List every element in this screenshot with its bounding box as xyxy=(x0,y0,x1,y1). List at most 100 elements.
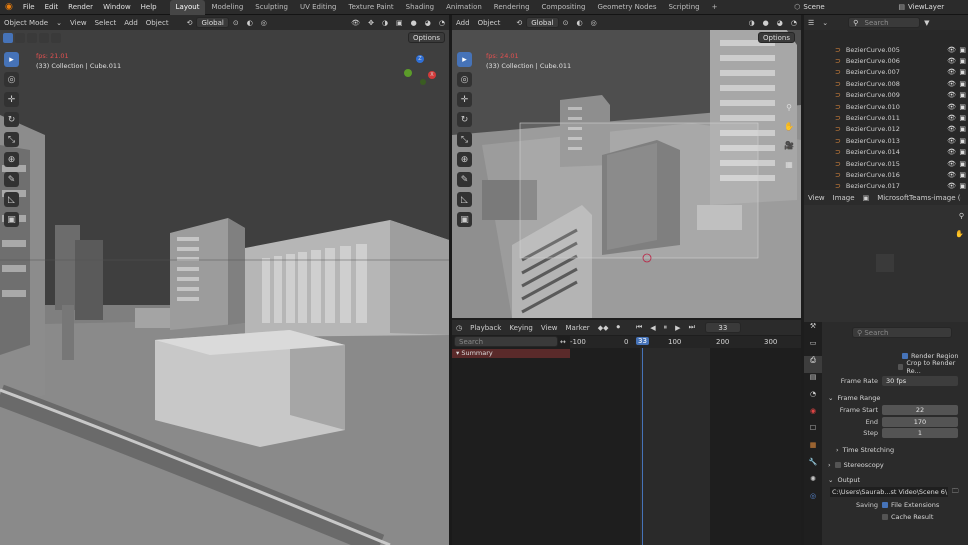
select-extend-icon[interactable] xyxy=(27,32,37,43)
world-tab-icon[interactable]: ◉ xyxy=(804,407,822,424)
workspace-tab-compositing[interactable]: Compositing xyxy=(536,0,592,15)
cache-result-checkbox[interactable] xyxy=(882,513,888,520)
frame-end-field[interactable]: 170 xyxy=(882,416,958,427)
right-shading-solid-icon[interactable]: ● xyxy=(759,19,773,27)
select-box-icon[interactable] xyxy=(3,32,13,43)
eye-icon[interactable]: 👁 xyxy=(947,103,956,111)
camera-icon[interactable]: ▣ xyxy=(959,182,966,190)
right-options-button[interactable]: Options xyxy=(758,32,796,43)
x-axis-icon[interactable]: X xyxy=(428,71,436,79)
camera-icon[interactable]: ▣ xyxy=(959,46,966,54)
object-menu[interactable]: Object xyxy=(142,19,173,27)
blender-logo-icon[interactable]: ◉ xyxy=(0,2,18,12)
playhead-line[interactable] xyxy=(642,348,643,545)
right-3d-viewport[interactable]: Add Object ⟲ Global ⊙ ◐ ◎ ◑ ● ◕ ◔ Option… xyxy=(452,15,801,318)
workspace-tab-sculpting[interactable]: Sculpting xyxy=(249,0,294,15)
measure-tool-icon[interactable]: ◺ xyxy=(4,192,19,207)
camera-icon[interactable]: ▣ xyxy=(959,160,966,168)
stereoscopy-checkbox[interactable] xyxy=(834,461,841,468)
outliner-display-icon[interactable]: ⌄ xyxy=(818,19,832,27)
right-shading-material-icon[interactable]: ◕ xyxy=(773,19,787,27)
folder-icon[interactable]: 🗀 xyxy=(952,487,959,498)
camera-icon[interactable]: ▣ xyxy=(959,57,966,65)
particles-tab-icon[interactable]: ✺ xyxy=(804,475,822,492)
summary-row[interactable]: ▾ Summary xyxy=(452,349,570,358)
right-annotate-tool-icon[interactable]: ✎ xyxy=(457,172,472,187)
add-workspace-button[interactable]: + xyxy=(706,0,724,15)
menu-file[interactable]: File xyxy=(18,3,40,11)
filter-icon[interactable]: ▼ xyxy=(920,19,933,27)
swap-icon[interactable]: ↔ xyxy=(560,338,566,346)
shading-rendered-icon[interactable]: ◔ xyxy=(435,19,449,27)
keyframe-icon[interactable]: ◆◆ xyxy=(594,324,613,332)
playhead-frame-badge[interactable]: 33 xyxy=(636,337,649,345)
eye-icon[interactable]: 👁 xyxy=(947,137,956,145)
playback-menu[interactable]: Playback xyxy=(466,324,505,332)
workspace-tab-geometry-nodes[interactable]: Geometry Nodes xyxy=(591,0,662,15)
timeline-editor-icon[interactable]: ◷ xyxy=(452,324,466,332)
camera-icon[interactable]: ▣ xyxy=(959,114,966,122)
output-tab-icon[interactable]: ⎙ xyxy=(804,356,822,373)
frame-start-field[interactable]: 22 xyxy=(882,405,958,415)
eye-icon[interactable]: 👁 xyxy=(947,125,956,133)
annotate-tool-icon[interactable]: ✎ xyxy=(4,172,19,187)
camera-icon[interactable]: ▣ xyxy=(959,68,966,76)
image-zoom-icon[interactable]: ⚲ xyxy=(959,212,964,220)
outliner-item[interactable]: ⊃ BezierCurve.016 👁 ▣ xyxy=(804,169,968,180)
right-pivot-icon[interactable]: ⊙ xyxy=(559,19,573,27)
eye-icon[interactable]: 👁 xyxy=(947,114,956,122)
outliner-item[interactable]: ⊃ BezierCurve.009 👁 ▣ xyxy=(804,90,968,101)
select-menu[interactable]: Select xyxy=(91,19,121,27)
workspace-tab-texture-paint[interactable]: Texture Paint xyxy=(343,0,400,15)
keying-menu[interactable]: Keying xyxy=(505,324,537,332)
snap-icon[interactable]: ◐ xyxy=(243,19,257,27)
zoom-icon[interactable]: ⚲ xyxy=(782,100,796,114)
camera-icon[interactable]: ▣ xyxy=(959,125,966,133)
shading-material-icon[interactable]: ◕ xyxy=(421,19,435,27)
image-browse-icon[interactable]: ▣ xyxy=(859,194,874,202)
outliner-item[interactable]: ⊃ BezierCurve.010 👁 ▣ xyxy=(804,101,968,112)
right-orientation-dropdown[interactable]: Global xyxy=(526,17,559,28)
eye-icon[interactable]: 👁 xyxy=(947,148,956,156)
add-cube-tool-icon[interactable]: ▣ xyxy=(4,212,19,227)
camera-icon[interactable]: ▣ xyxy=(959,148,966,156)
eye-icon[interactable]: 👁 xyxy=(947,160,956,168)
workspace-tab-shading[interactable]: Shading xyxy=(400,0,440,15)
workspace-tab-layout[interactable]: Layout xyxy=(169,0,206,15)
properties-search-field[interactable]: ⚲ Search xyxy=(852,327,952,338)
scale-tool-icon[interactable]: ⤡ xyxy=(4,132,19,147)
object-tab-icon[interactable]: ▦ xyxy=(804,441,822,458)
camera-icon[interactable]: ▣ xyxy=(959,171,966,179)
outliner-item[interactable]: ⊃ BezierCurve.011 👁 ▣ xyxy=(804,112,968,123)
pause-icon[interactable]: ⏸ xyxy=(660,323,672,332)
outliner-search-field[interactable]: ⚲ Search xyxy=(848,17,921,28)
prev-key-icon[interactable]: ◀ xyxy=(646,324,659,332)
eye-icon[interactable]: 👁 xyxy=(947,57,956,65)
visibility-icon[interactable]: 👁 xyxy=(347,19,364,27)
image-name-field[interactable]: MicrosoftTeams-image (c xyxy=(873,194,961,202)
menu-window[interactable]: Window xyxy=(98,3,136,11)
right-snap-icon[interactable]: ◐ xyxy=(572,19,586,27)
outliner-item[interactable]: ⊃ BezierCurve.012 👁 ▣ xyxy=(804,124,968,135)
right-scale-tool-icon[interactable]: ⤡ xyxy=(457,132,472,147)
overlay-icon[interactable]: ◑ xyxy=(378,19,392,27)
outliner-item[interactable]: ⊃ BezierCurve.008 👁 ▣ xyxy=(804,78,968,89)
frame-ruler[interactable]: -100 0 100 200 300 33 xyxy=(570,336,801,348)
proportional-edit-icon[interactable]: ◎ xyxy=(257,19,271,27)
outliner-item[interactable]: ⊃ BezierCurve.014 👁 ▣ xyxy=(804,147,968,158)
outliner-item[interactable]: ⊃ BezierCurve.007 👁 ▣ xyxy=(804,67,968,78)
workspace-tab-modeling[interactable]: Modeling xyxy=(205,0,249,15)
right-add-menu[interactable]: Add xyxy=(452,19,474,27)
time-stretching-panel-header[interactable]: › Time Stretching xyxy=(824,443,968,457)
gizmo-icon[interactable]: ✥ xyxy=(364,19,378,27)
right-rotate-tool-icon[interactable]: ↻ xyxy=(457,112,472,127)
right-overlay-icon[interactable]: ◑ xyxy=(745,19,759,27)
view-layer-tab-icon[interactable]: ▤ xyxy=(804,373,822,390)
frame-rate-dropdown[interactable]: 30 fps xyxy=(882,376,958,386)
scene-tab-icon[interactable]: ◔ xyxy=(804,390,822,407)
auto-key-icon[interactable]: ⏺ xyxy=(612,323,624,332)
outliner-item[interactable]: ⊃ BezierCurve.005 👁 ▣ xyxy=(804,44,968,55)
outliner-item[interactable]: ⊃ BezierCurve.017 👁 ▣ xyxy=(804,181,968,190)
workspace-tab-uv-editing[interactable]: UV Editing xyxy=(294,0,343,15)
select-subtract-icon[interactable] xyxy=(39,32,49,43)
